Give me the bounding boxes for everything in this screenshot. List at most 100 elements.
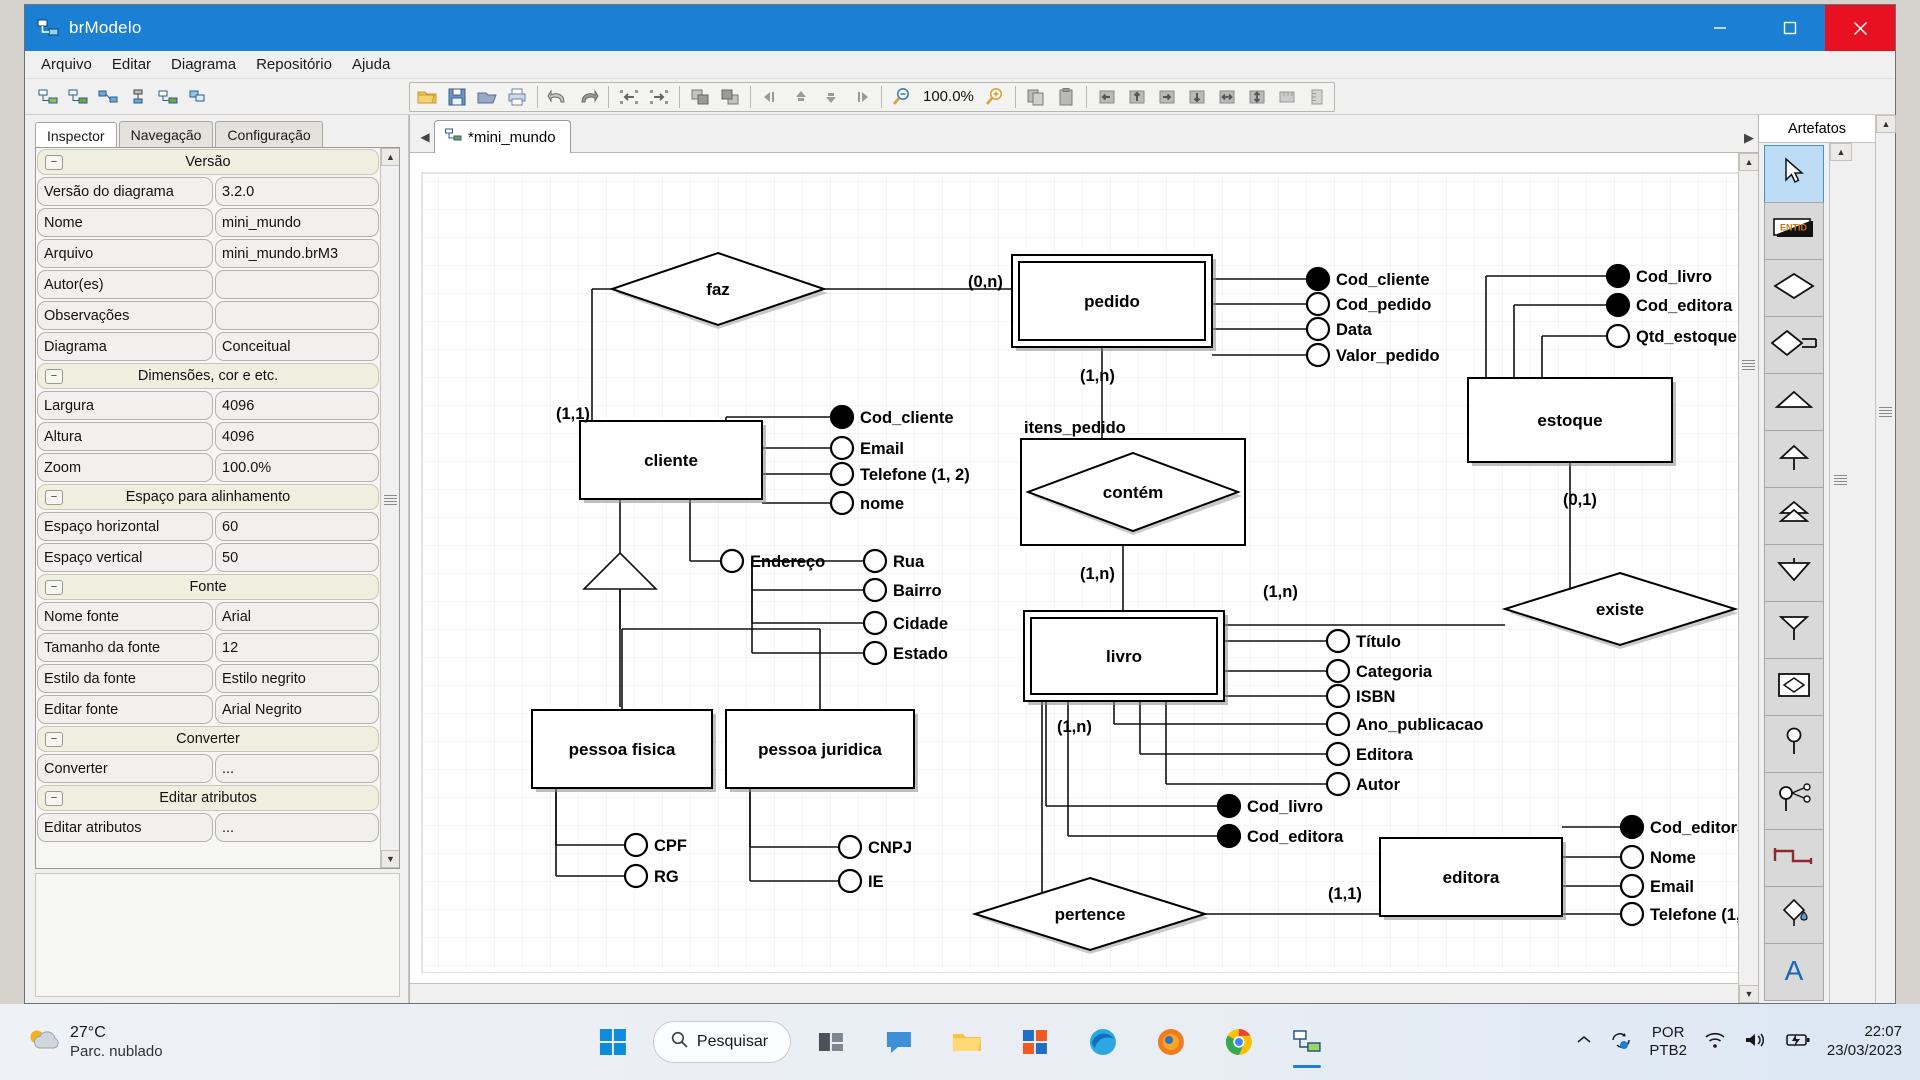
inspector-row-value[interactable]: Estilo negrito [215,664,379,693]
tab-navegacao[interactable]: Navegação [118,121,214,147]
inspector-row-value[interactable]: 4096 [215,391,379,420]
chat-icon[interactable] [871,1014,927,1070]
attribute-node[interactable]: nome [829,490,904,516]
attribute-circle[interactable] [862,548,888,574]
inspector-row[interactable]: Largura 4096 [36,390,380,421]
window-scroll-up-arrow[interactable]: ▲ [1876,115,1896,133]
collapse-icon[interactable]: − [45,731,63,747]
attribute-node[interactable]: Qtd_estoque [1605,323,1737,349]
inspector-row[interactable]: Diagrama Conceitual [36,331,380,362]
attribute-circle[interactable] [862,610,888,636]
key-attribute-circle[interactable] [1605,292,1631,318]
inspector-row[interactable]: Autor(es) [36,269,380,300]
onedrive-sync-icon[interactable] [1609,1029,1633,1056]
scroll-thumb-grip[interactable] [384,493,397,509]
export-icon[interactable] [474,84,500,110]
attribute-circle[interactable] [1619,873,1645,899]
inspector-row-value[interactable]: ... [215,813,379,842]
inspector-row[interactable]: Versão do diagrama 3.2.0 [36,176,380,207]
inspector-row-value[interactable]: 3.2.0 [215,177,379,206]
show-hidden-icon[interactable] [1575,1033,1593,1052]
attribute-node[interactable]: ISBN [1325,683,1395,709]
menu-ajuda[interactable]: Ajuda [342,53,400,76]
attribute-circle[interactable] [1619,844,1645,870]
attribute-node[interactable]: Nome [1619,844,1696,870]
artifacts-thumb[interactable] [1834,473,1847,489]
save-icon[interactable] [444,84,470,110]
attribute-node[interactable]: Cidade [862,610,948,636]
attribute-circle[interactable] [1619,901,1645,927]
key-attribute-circle[interactable] [829,404,855,430]
identifying-relationship-tool[interactable] [1764,316,1824,374]
attribute-node[interactable]: Cod_livro [1605,263,1712,289]
firefox-icon[interactable] [1143,1014,1199,1070]
weather-widget[interactable]: 27°C Parc. nublado [26,1023,163,1062]
inspector-row-value[interactable]: 60 [215,512,379,541]
inherit-icon[interactable] [125,84,151,110]
attribute-circle[interactable] [1305,291,1331,317]
inspector-row-value[interactable]: Arial Negrito [215,695,379,724]
artifacts-scroll-up-arrow[interactable]: ▲ [1830,143,1852,161]
artifacts-scrollbar[interactable]: ▲ [1829,143,1852,1003]
union-tool[interactable] [1764,544,1824,602]
align-h-right-icon[interactable] [1154,84,1180,110]
inspector-row-value[interactable] [215,270,379,299]
inspector-row[interactable]: Tamanho da fonte 12 [36,632,380,663]
inspector-row[interactable]: Estilo da fonte Estilo negrito [36,663,380,694]
brmodelo-icon[interactable] [1279,1014,1335,1070]
inspector-row[interactable]: Zoom 100.0% [36,452,380,483]
inspector-row[interactable]: Nome fonte Arial [36,601,380,632]
scroll-up-arrow[interactable]: ▲ [381,148,399,166]
inspector-row[interactable]: Espaço vertical 50 [36,542,380,573]
inspector-row-value[interactable]: Arial [215,602,379,631]
align-left-icon[interactable] [616,84,642,110]
battery-charging-icon[interactable] [1783,1030,1811,1055]
key-attribute-circle[interactable] [1605,263,1631,289]
attribute-node[interactable]: CPF [623,832,687,858]
align-v-bottom-icon[interactable] [1184,84,1210,110]
close-button[interactable] [1825,5,1895,51]
collapse-icon[interactable]: − [45,368,63,384]
entity-pessoa_fisica[interactable]: pessoa fisica [531,709,716,792]
align-right-icon[interactable] [646,84,672,110]
attribute-circle[interactable] [1325,771,1351,797]
attribute-node[interactable]: Categoria [1325,658,1433,684]
key-attribute-circle[interactable] [1216,823,1242,849]
tab-scroll-right-icon[interactable]: ▶ [1744,130,1754,146]
union-alt-tool[interactable] [1764,601,1824,659]
attribute-node[interactable]: Rua [862,548,925,574]
attribute-circle[interactable] [1325,628,1351,654]
entity-livro[interactable]: livro [1023,610,1228,705]
inspector-scrollbar[interactable]: ▲ ▼ [380,148,399,868]
inspector-row[interactable]: Altura 4096 [36,421,380,452]
attribute-circle[interactable] [623,832,649,858]
canvas-scroll-down-arrow[interactable]: ▼ [1739,985,1758,1003]
inspector-row[interactable]: Editar fonte Arial Negrito [36,694,380,725]
tab-inspector[interactable]: Inspector [35,122,117,148]
attribute-circle[interactable] [837,868,863,894]
entity-cliente[interactable]: cliente [579,420,766,503]
key-attribute-circle[interactable] [1216,793,1242,819]
paste-icon[interactable] [1053,84,1079,110]
attribute-circle[interactable] [837,834,863,860]
attribute-circle[interactable] [1305,342,1331,368]
grid-icon[interactable] [1274,84,1300,110]
attribute-circle[interactable] [829,490,855,516]
attribute-node[interactable]: Cod_livro [1216,793,1323,819]
new-diagram-icon[interactable] [35,84,61,110]
move-up-icon[interactable] [788,84,814,110]
move-left-icon[interactable] [758,84,784,110]
fill-color-tool[interactable] [1764,886,1824,944]
move-down-icon[interactable] [818,84,844,110]
canvas-vertical-scrollbar[interactable]: ▲ ▼ [1738,153,1758,1003]
distribute-v-icon[interactable] [1244,84,1270,110]
inspector-row[interactable]: Nome mini_mundo [36,207,380,238]
key-attribute-circle[interactable] [1305,266,1331,292]
start-icon[interactable] [585,1014,641,1070]
attribute-node[interactable]: Valor_pedido [1305,342,1440,368]
attribute-circle[interactable] [1325,683,1351,709]
undo-icon[interactable] [545,84,571,110]
menu-repositorio[interactable]: Repositório [246,53,342,76]
attribute-node[interactable]: CNPJ [837,834,912,860]
file-explorer-icon[interactable] [939,1014,995,1070]
